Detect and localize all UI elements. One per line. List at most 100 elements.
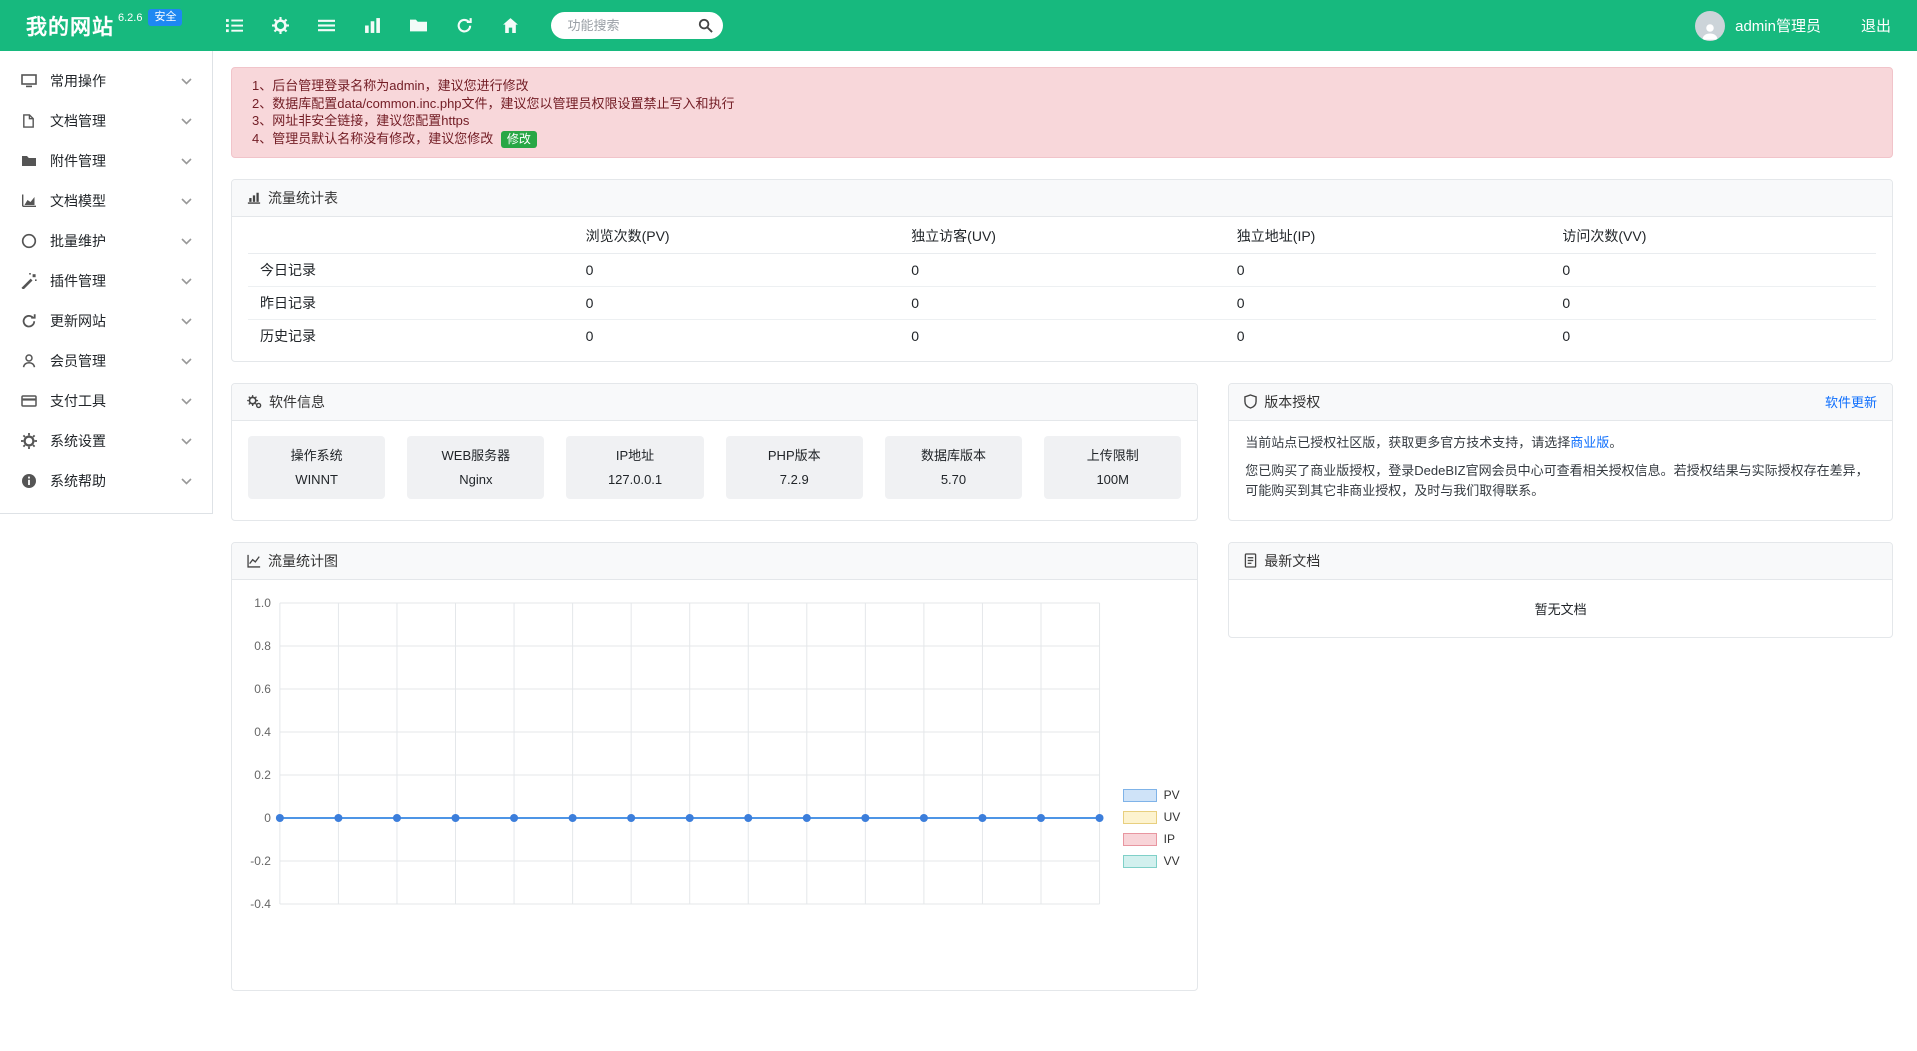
search-box <box>551 12 723 39</box>
cell-value: 0 <box>1225 320 1551 353</box>
list-icon[interactable] <box>226 17 243 34</box>
sidebar-item-payment-tools[interactable]: 支付工具 <box>0 381 212 421</box>
license-header: 版本授权 软件更新 <box>1229 384 1892 421</box>
card-title: 流量统计图 <box>268 551 338 571</box>
circle-icon <box>20 233 37 249</box>
column-header: 独立访客(UV) <box>899 219 1225 254</box>
sidebar-item-batch-maintenance[interactable]: 批量维护 <box>0 221 212 261</box>
cell-value: 0 <box>1225 287 1551 320</box>
chevron-down-icon <box>181 318 192 325</box>
software-update-link[interactable]: 软件更新 <box>1825 392 1877 411</box>
row-label: 今日记录 <box>248 254 574 287</box>
sidebar-item-label: 批量维护 <box>50 231 106 251</box>
sidebar-item-attachment-management[interactable]: 附件管理 <box>0 141 212 181</box>
sidebar-item-label: 附件管理 <box>50 151 106 171</box>
license-paragraph-1: 当前站点已授权社区版，获取更多官方技术支持，请选择商业版。 <box>1245 433 1876 453</box>
legend-label: PV <box>1164 788 1180 802</box>
software-item-database: 数据库版本 5.70 <box>885 436 1022 499</box>
menu-icon[interactable] <box>318 17 335 34</box>
column-header: 浏览次数(PV) <box>574 219 900 254</box>
chevron-down-icon <box>181 78 192 85</box>
home-icon[interactable] <box>502 17 519 34</box>
traffic-table-header: 流量统计表 <box>232 180 1892 217</box>
software-item-label: 操作系统 <box>252 446 381 465</box>
row-label: 昨日记录 <box>248 287 574 320</box>
user-icon <box>20 353 37 369</box>
sidebar-item-doc-model[interactable]: 文档模型 <box>0 181 212 221</box>
sidebar-item-system-settings[interactable]: 系统设置 <box>0 421 212 461</box>
legend-swatch <box>1123 789 1157 802</box>
folder-icon[interactable] <box>410 17 427 34</box>
software-item-value: 7.2.9 <box>730 470 859 489</box>
legend-swatch <box>1123 833 1157 846</box>
column-header <box>248 219 574 254</box>
security-badge[interactable]: 安全 <box>148 9 182 26</box>
modify-badge[interactable]: 修改 <box>501 131 537 148</box>
legend-item-uv: UV <box>1123 809 1181 826</box>
chevron-down-icon <box>181 358 192 365</box>
software-item-value: 5.70 <box>889 470 1018 489</box>
cell-value: 0 <box>1225 254 1551 287</box>
alert-line: 3、网址非安全链接，建议您配置https <box>252 112 1872 130</box>
gear-icon[interactable] <box>272 17 289 34</box>
sidebar-item-plugin-management[interactable]: 插件管理 <box>0 261 212 301</box>
card-title: 版本授权 <box>1264 392 1320 412</box>
latest-docs-card: 最新文档 暂无文档 <box>1228 542 1893 638</box>
table-row: 历史记录 0 0 0 0 <box>248 320 1876 353</box>
sidebar-item-common-ops[interactable]: 常用操作 <box>0 61 212 101</box>
credit-card-icon <box>20 393 37 409</box>
chevron-down-icon <box>181 478 192 485</box>
traffic-chart-header: 流量统计图 <box>232 543 1197 580</box>
avatar[interactable] <box>1695 11 1725 41</box>
legend-label: UV <box>1164 810 1181 824</box>
search-icon[interactable] <box>698 18 713 33</box>
navbar-shortcut-icons <box>226 17 519 34</box>
logout-link[interactable]: 退出 <box>1861 15 1891 36</box>
card-title: 最新文档 <box>1264 551 1320 571</box>
legend-item-vv: VV <box>1123 853 1181 870</box>
svg-text:0.6: 0.6 <box>254 681 271 695</box>
chevron-down-icon <box>181 398 192 405</box>
column-header: 访问次数(VV) <box>1550 219 1876 254</box>
column-header: 独立地址(IP) <box>1225 219 1551 254</box>
cell-value: 0 <box>1550 287 1876 320</box>
card-title: 软件信息 <box>269 392 325 412</box>
sidebar-item-update-site[interactable]: 更新网站 <box>0 301 212 341</box>
chevron-down-icon <box>181 118 192 125</box>
legend-swatch <box>1123 855 1157 868</box>
svg-text:0: 0 <box>264 810 271 824</box>
software-item-label: PHP版本 <box>730 446 859 465</box>
traffic-chart-body: 1.00.80.60.40.20-0.2-0.4 PV UV IP <box>232 580 1197 990</box>
top-navbar: 我的网站 6.2.6 安全 <box>0 0 1917 51</box>
refresh-icon[interactable] <box>456 17 473 34</box>
user-name[interactable]: admin管理员 <box>1735 15 1821 36</box>
legend-label: VV <box>1164 854 1180 868</box>
alert-line: 1、后台管理登录名称为admin，建议您进行修改 <box>252 77 1872 95</box>
software-item-value: Nginx <box>411 470 540 489</box>
search-input[interactable] <box>565 17 698 34</box>
sidebar-item-member-management[interactable]: 会员管理 <box>0 341 212 381</box>
document-icon <box>1244 553 1257 568</box>
sidebar-item-system-help[interactable]: 系统帮助 <box>0 461 212 501</box>
sidebar-item-document-management[interactable]: 文档管理 <box>0 101 212 141</box>
commercial-edition-link[interactable]: 商业版 <box>1570 435 1609 450</box>
gears-icon <box>247 394 262 409</box>
site-brand[interactable]: 我的网站 6.2.6 安全 <box>26 11 182 41</box>
alert-line-text: 4、管理员默认名称没有修改，建议您修改 <box>252 131 493 146</box>
refresh-icon <box>20 313 37 329</box>
license-text: 。 <box>1609 435 1622 450</box>
sidebar: 常用操作 文档管理 附件管理 文档模型 批量维护 插件管理 <box>0 51 213 514</box>
area-chart-icon <box>20 193 37 209</box>
latest-docs-header: 最新文档 <box>1229 543 1892 580</box>
shield-icon <box>1244 394 1257 409</box>
traffic-table: 浏览次数(PV) 独立访客(UV) 独立地址(IP) 访问次数(VV) 今日记录… <box>248 219 1876 353</box>
sidebar-item-label: 文档管理 <box>50 111 106 131</box>
software-item-webserver: WEB服务器 Nginx <box>407 436 544 499</box>
version-label: 6.2.6 <box>118 12 142 24</box>
info-circle-icon <box>20 473 37 489</box>
bar-chart-icon[interactable] <box>364 17 381 34</box>
traffic-line-chart: 1.00.80.60.40.20-0.2-0.4 <box>236 588 1191 990</box>
software-item-label: WEB服务器 <box>411 446 540 465</box>
alert-line: 4、管理员默认名称没有修改，建议您修改 修改 <box>252 130 1872 148</box>
table-row: 今日记录 0 0 0 0 <box>248 254 1876 287</box>
